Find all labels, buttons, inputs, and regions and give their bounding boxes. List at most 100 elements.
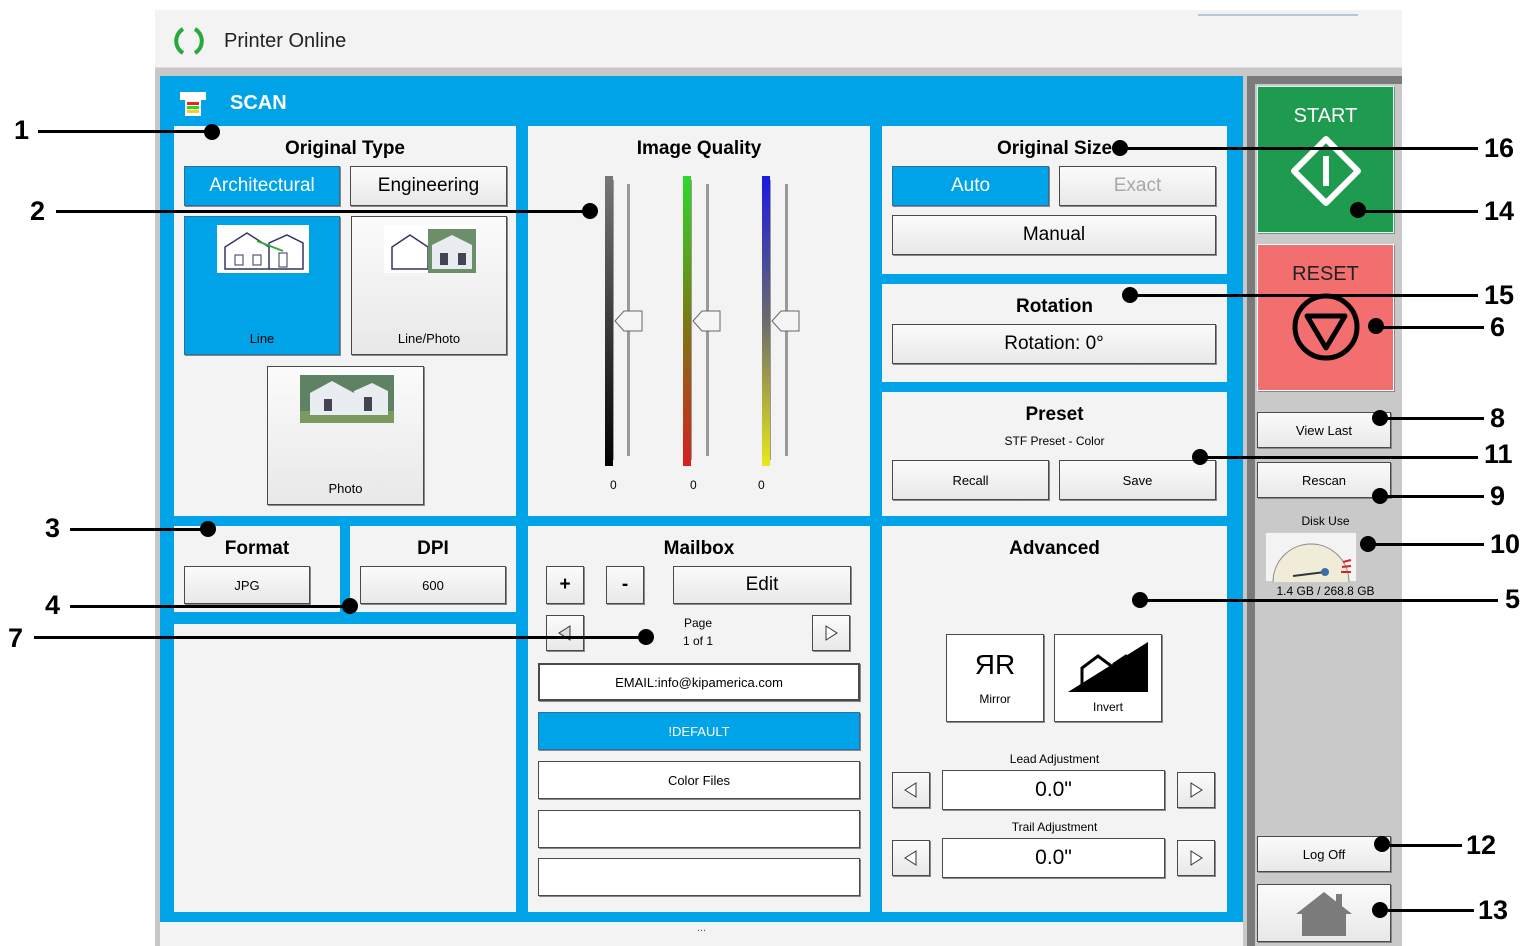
home-button[interactable]	[1257, 884, 1391, 942]
rotation-button[interactable]: Rotation: 0°	[892, 324, 1216, 364]
format-button[interactable]: JPG	[184, 566, 310, 604]
disk-gauge-icon	[1265, 532, 1357, 582]
preset-recall-button[interactable]: Recall	[892, 460, 1049, 500]
callout-line	[70, 528, 210, 531]
size-manual-button[interactable]: Manual	[892, 215, 1216, 255]
mailbox-edit-button[interactable]: Edit	[673, 566, 851, 604]
callout-line	[38, 130, 210, 133]
stop-icon	[1292, 293, 1359, 361]
scan-panel: SCAN Original Type Architectural Enginee…	[160, 76, 1243, 946]
tint-gradient	[762, 176, 770, 466]
mailbox-item[interactable]	[538, 858, 860, 896]
rotation-title: Rotation	[1015, 296, 1094, 317]
callout-line	[1372, 543, 1484, 546]
chevron-left-icon	[558, 625, 571, 641]
callout-dot	[1374, 836, 1390, 852]
size-exact-button[interactable]: Exact	[1059, 166, 1216, 206]
callout-number: 9	[1490, 481, 1506, 511]
mailbox-title: Mailbox	[663, 538, 735, 559]
chevron-left-icon	[904, 782, 917, 798]
rescan-button[interactable]: Rescan	[1257, 462, 1391, 498]
trail-adjustment-label: Trail Adjustment	[1011, 820, 1098, 834]
mailbox-item[interactable]: !DEFAULT	[538, 712, 860, 750]
brightness-value: 0	[610, 478, 617, 492]
callout-line	[1388, 844, 1462, 847]
mirror-label: Mirror	[979, 692, 1011, 706]
dpi-title: DPI	[417, 538, 449, 559]
callout-number: 6	[1490, 312, 1506, 342]
callout-dot	[1372, 902, 1388, 918]
tint-slider-thumb[interactable]	[771, 309, 801, 333]
callout-number: 2	[30, 196, 46, 226]
callout-dot	[1192, 449, 1208, 465]
type-photo-button[interactable]: Photo	[267, 366, 424, 505]
lead-adjustment-field[interactable]: 0.0"	[942, 770, 1165, 810]
mailbox-add-button[interactable]: +	[546, 566, 584, 604]
status-bar: Printer Online	[155, 10, 1402, 68]
brightness-slider-thumb[interactable]	[614, 309, 644, 333]
image-quality-panel: Image Quality 0 0 0	[528, 126, 870, 516]
callout-line	[34, 636, 644, 639]
page-prev-button[interactable]	[546, 615, 584, 651]
mailbox-item[interactable]: Color Files	[538, 761, 860, 799]
scanner-icon	[180, 92, 206, 116]
callout-dot	[204, 124, 220, 140]
chevron-right-icon	[1190, 850, 1203, 866]
callout-number: 8	[1490, 403, 1506, 433]
type-line-photo-button[interactable]: Line/Photo	[351, 216, 507, 355]
trail-increase-button[interactable]	[1177, 840, 1215, 876]
type-line-photo-label: Line/Photo	[397, 331, 461, 346]
trail-adjustment-field[interactable]: 0.0"	[942, 838, 1165, 878]
callout-line	[1380, 417, 1484, 420]
mailbox-item[interactable]	[538, 810, 860, 848]
view-last-button[interactable]: View Last	[1257, 412, 1391, 448]
callout-line	[1380, 326, 1484, 329]
format-title: Format	[224, 538, 290, 559]
chevron-right-icon	[1190, 782, 1203, 798]
type-line-button[interactable]: Line	[184, 216, 340, 355]
format-panel: Format JPG	[174, 526, 340, 612]
lead-adjustment-label: Lead Adjustment	[1009, 752, 1100, 766]
callout-number: 10	[1490, 529, 1521, 559]
trail-decrease-button[interactable]	[892, 840, 930, 876]
callout-number: 5	[1505, 584, 1521, 614]
dpi-panel: DPI 600	[350, 526, 516, 612]
invert-button[interactable]: Invert	[1054, 634, 1162, 722]
printer-status-icon	[174, 27, 204, 55]
advanced-panel: Advanced ЯR Mirror Invert Lead Adjustmen…	[882, 526, 1227, 912]
action-sidebar: START RESET View Last Rescan Disk Use 1.…	[1247, 76, 1402, 946]
start-label: START	[1293, 105, 1358, 127]
mailbox-item[interactable]: EMAIL:info@kipamerica.com	[538, 663, 860, 701]
tint-value: 0	[758, 478, 765, 492]
type-line-label: Line	[249, 331, 275, 346]
app-window: Printer Online SCAN Original Type Archit…	[155, 10, 1402, 946]
tab-architectural[interactable]: Architectural	[184, 166, 340, 206]
disk-use-label: Disk Use	[1301, 514, 1350, 528]
chevron-left-icon	[904, 850, 917, 866]
log-off-button[interactable]: Log Off	[1257, 836, 1391, 872]
dpi-button[interactable]: 600	[360, 566, 506, 604]
callout-dot	[1112, 140, 1128, 156]
callout-line	[1388, 909, 1474, 912]
tab-engineering[interactable]: Engineering	[350, 166, 507, 206]
color-slider-thumb[interactable]	[692, 309, 722, 333]
preset-save-button[interactable]: Save	[1059, 460, 1216, 500]
lead-increase-button[interactable]	[1177, 772, 1215, 808]
mailbox-remove-button[interactable]: -	[606, 566, 644, 604]
callout-dot	[1372, 488, 1388, 504]
status-text: Printer Online	[224, 30, 347, 52]
callout-dot	[1372, 410, 1388, 426]
mirror-button[interactable]: ЯR Mirror	[946, 634, 1044, 722]
page-next-button[interactable]	[812, 615, 850, 651]
callout-number: 3	[45, 513, 61, 543]
callout-dot	[1368, 318, 1384, 334]
size-auto-button[interactable]: Auto	[892, 166, 1049, 206]
lead-decrease-button[interactable]	[892, 772, 930, 808]
callout-number: 14	[1484, 196, 1515, 226]
callout-number: 16	[1484, 133, 1515, 163]
home-icon	[1296, 892, 1352, 936]
callout-line	[1130, 294, 1478, 297]
callout-number: 7	[8, 623, 24, 653]
house-photo-thumbnail	[300, 375, 394, 423]
empty-panel	[174, 624, 516, 912]
